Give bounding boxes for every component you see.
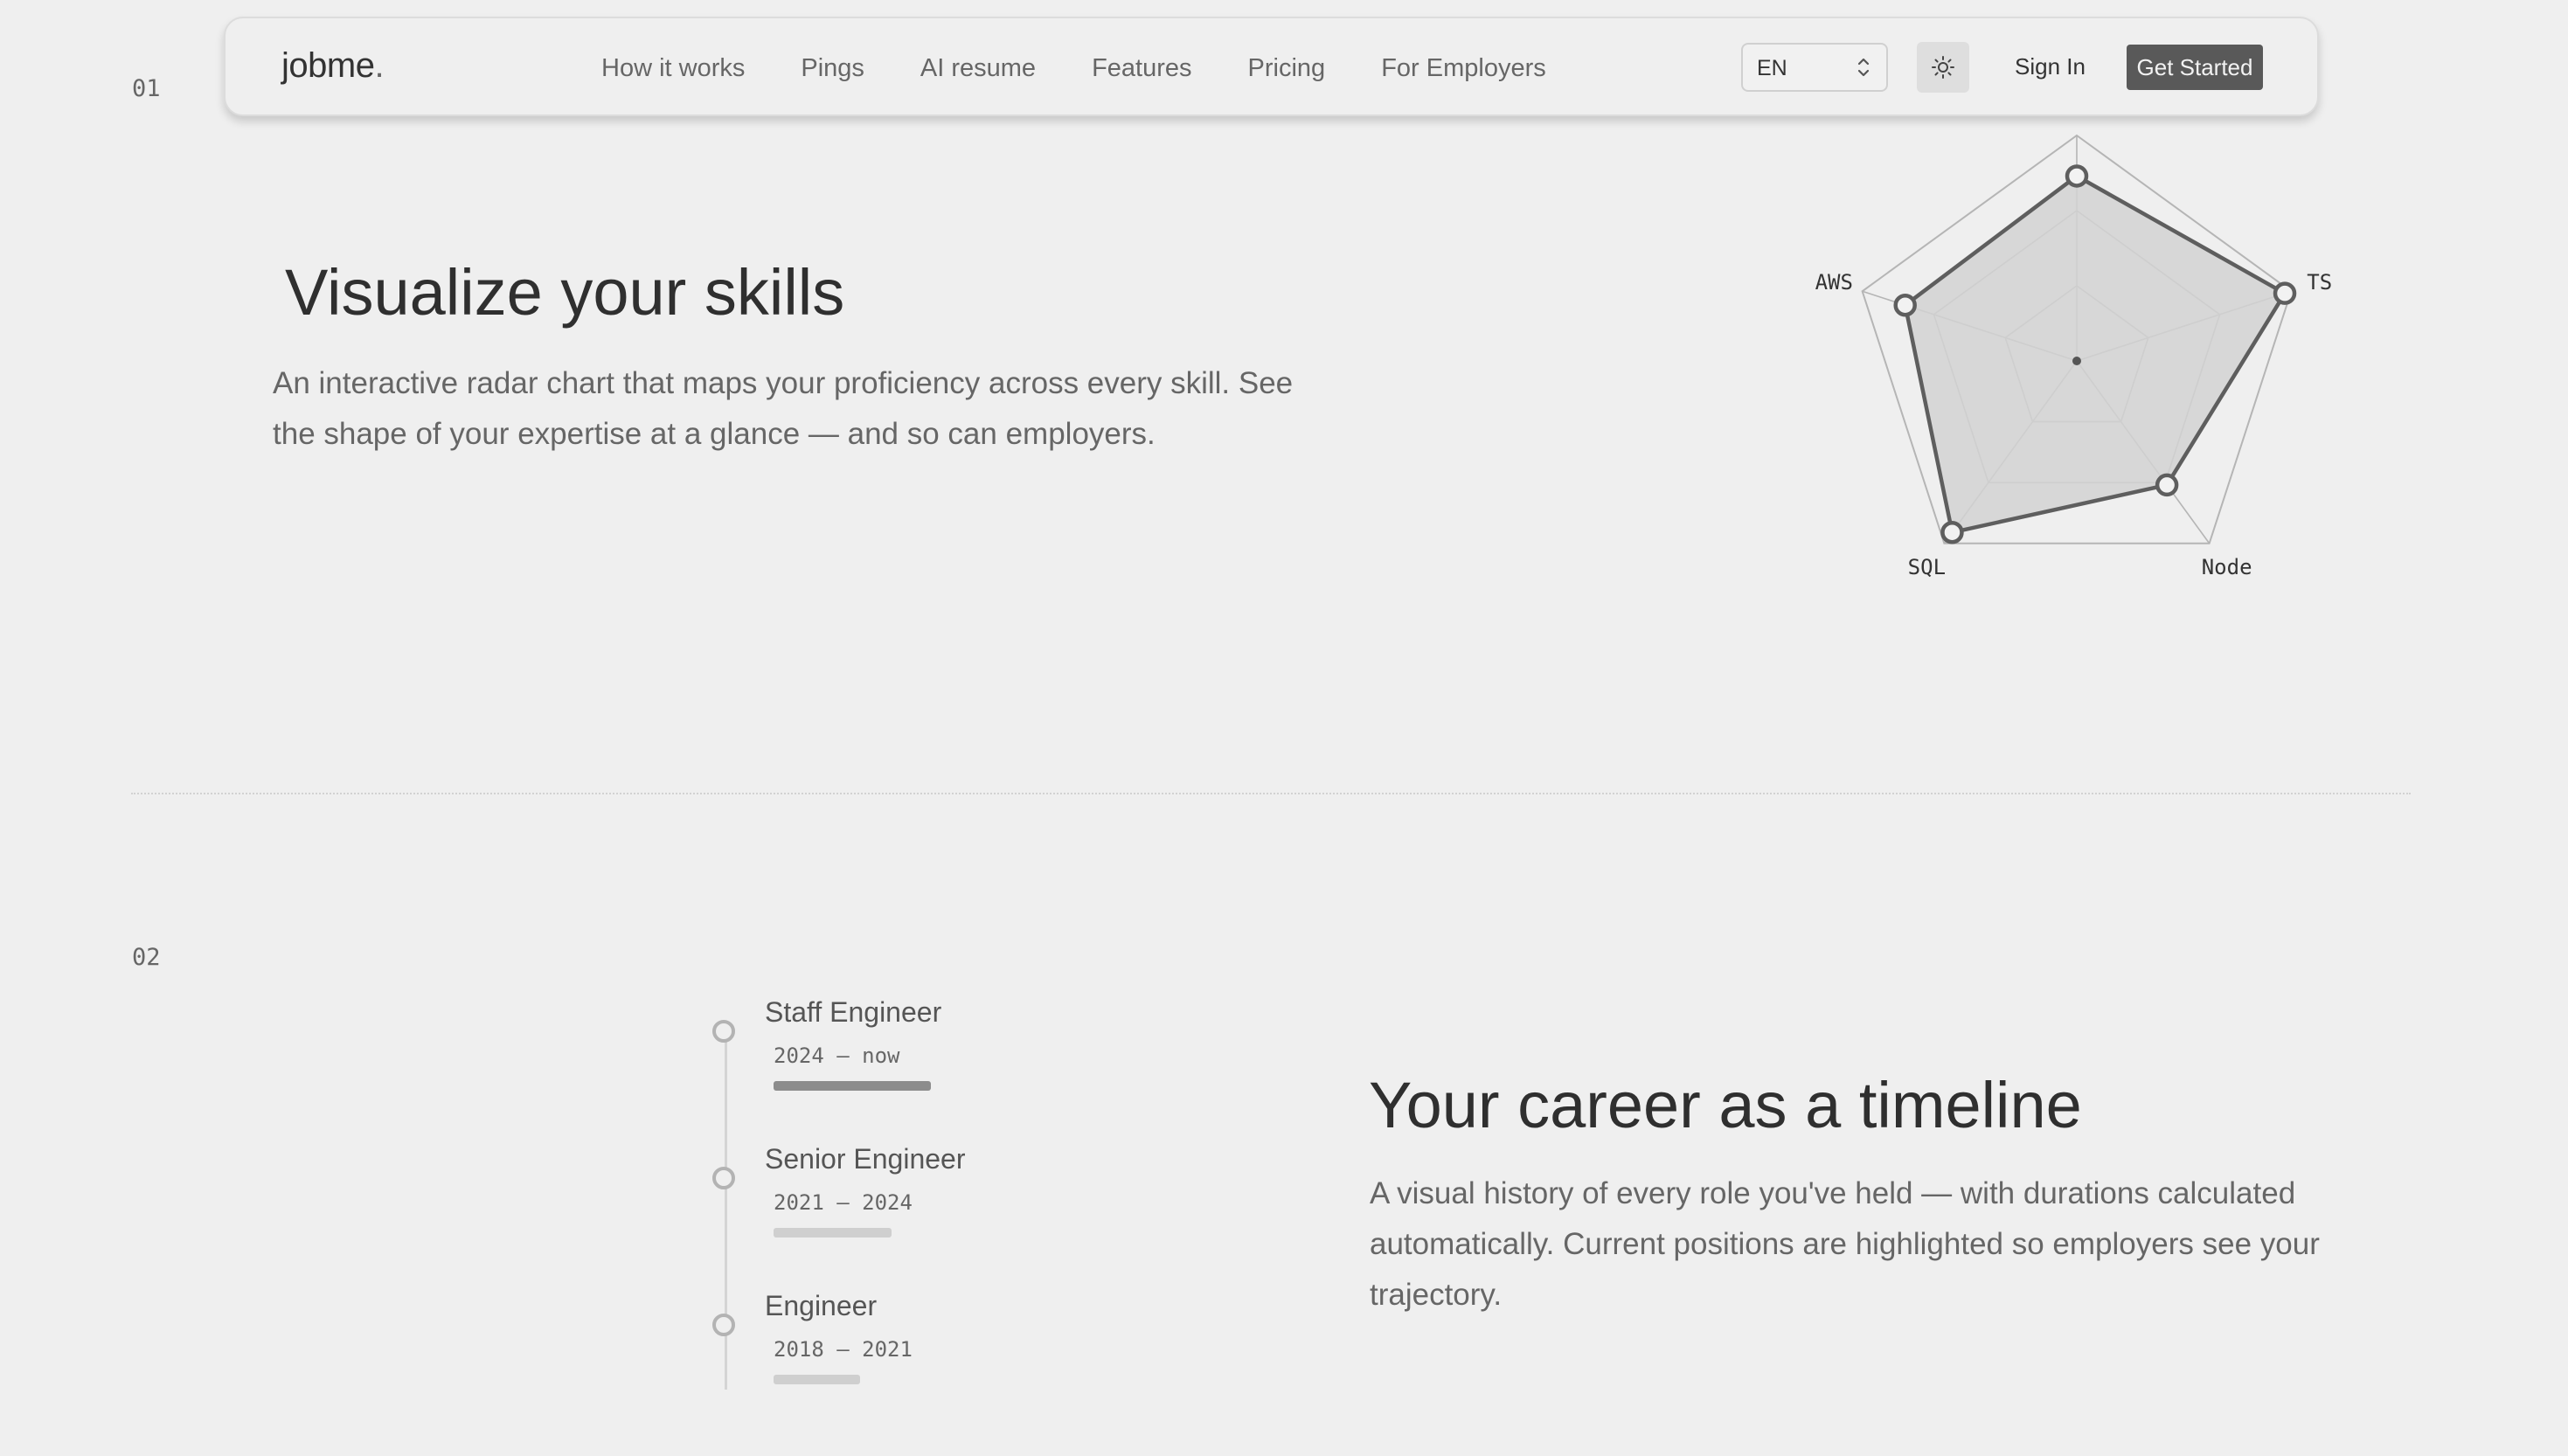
chevron-up-down-icon	[1857, 58, 1870, 77]
logo-primary: job	[281, 46, 327, 85]
nav-link-pricing[interactable]: Pricing	[1248, 54, 1326, 83]
nav-link-pings[interactable]: Pings	[801, 54, 864, 83]
radar-axis-label: AWS	[1815, 270, 1853, 295]
timeline-node-icon	[712, 1020, 735, 1043]
radar-data-point[interactable]	[2155, 473, 2179, 497]
get-started-button[interactable]: Get Started	[2127, 45, 2263, 90]
timeline-role-title: Engineer	[765, 1290, 878, 1321]
sign-in-link[interactable]: Sign In	[2015, 53, 2086, 80]
radar-axis-label: SQL	[1908, 555, 1946, 579]
top-navbar: jobme. How it works Pings AI resume Feat…	[224, 17, 2319, 116]
nav-link-how-it-works[interactable]: How it works	[601, 54, 745, 83]
radar-skill-area	[1903, 174, 2287, 535]
section-title-timeline: Your career as a timeline	[1369, 1069, 2082, 1141]
logo-dot: .	[374, 46, 385, 85]
radar-data-point[interactable]	[2065, 164, 2089, 188]
sun-icon	[1932, 56, 1954, 79]
timeline-item[interactable]: Staff Engineer 2024 — now	[708, 996, 1128, 1101]
section-number: 02	[132, 944, 161, 971]
timeline-node-icon	[712, 1314, 735, 1336]
nav-link-ai-resume[interactable]: AI resume	[920, 54, 1036, 83]
section-divider	[131, 793, 2411, 794]
timeline-role-title: Senior Engineer	[765, 1143, 966, 1175]
nav-link-for-employers[interactable]: For Employers	[1381, 54, 1546, 83]
nav-link-features[interactable]: Features	[1092, 54, 1191, 83]
radar-axis-label: Node	[2202, 555, 2252, 579]
radar-data-point[interactable]	[1893, 293, 1917, 317]
section-description-skills: An interactive radar chart that maps you…	[273, 366, 1294, 451]
timeline-node-icon	[712, 1167, 735, 1189]
timeline-duration-bar	[774, 1228, 892, 1238]
skills-radar-chart[interactable]: TS Node SQL AWS	[1773, 105, 2376, 612]
radar-axis-label: TS	[2307, 270, 2332, 295]
timeline-role-dates: 2018 — 2021	[774, 1337, 913, 1362]
timeline-duration-bar	[774, 1375, 860, 1384]
career-timeline: Staff Engineer 2024 — now Senior Enginee…	[708, 996, 1145, 1390]
section-number: 01	[132, 75, 161, 102]
timeline-role-title: Staff Engineer	[765, 996, 942, 1028]
section-description-timeline: A visual history of every role you've he…	[1370, 1176, 2320, 1312]
timeline-item[interactable]: Engineer 2018 — 2021	[708, 1290, 1128, 1395]
timeline-role-dates: 2024 — now	[774, 1043, 900, 1068]
theme-toggle-button[interactable]	[1917, 42, 1969, 93]
language-value: EN	[1757, 56, 1787, 80]
timeline-role-dates: 2021 — 2024	[774, 1190, 913, 1215]
timeline-duration-bar	[774, 1081, 931, 1091]
radar-center-dot	[2072, 357, 2081, 365]
logo[interactable]: jobme.	[281, 46, 385, 86]
language-select[interactable]: EN	[1741, 43, 1888, 92]
radar-data-point[interactable]	[1940, 520, 1964, 544]
section-title-skills: Visualize your skills	[285, 256, 845, 329]
radar-data-point[interactable]	[2273, 281, 2297, 305]
timeline-item[interactable]: Senior Engineer 2021 — 2024	[708, 1143, 1128, 1248]
logo-secondary: me	[326, 46, 375, 85]
nav-links: How it works Pings AI resume Features Pr…	[601, 18, 1602, 118]
